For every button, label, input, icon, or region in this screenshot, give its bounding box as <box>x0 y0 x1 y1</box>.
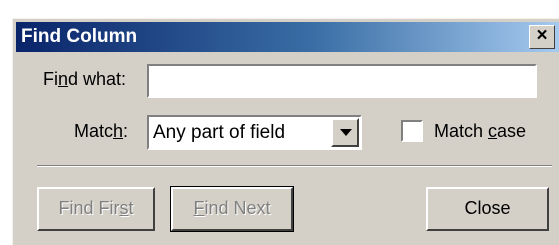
find-next-label-post: ind Next <box>204 198 271 218</box>
dropdown-arrow-icon <box>340 129 352 136</box>
find-what-label: Find what: <box>43 67 126 91</box>
match-label-post: : <box>123 121 129 141</box>
find-column-dialog: Find Column × Find what: Match: Any part… <box>12 18 559 245</box>
match-label-mnemonic: h <box>113 121 124 141</box>
match-case-label-pre: Match <box>434 121 489 141</box>
match-label-pre: Matc <box>74 121 114 141</box>
find-what-label-post: d what: <box>68 69 127 89</box>
find-next-button[interactable]: Find Next <box>170 186 294 232</box>
find-what-field-frame <box>147 64 537 98</box>
window-title: Find Column <box>21 26 138 47</box>
dropdown-arrow-button[interactable] <box>331 118 359 147</box>
find-first-button[interactable]: Find First <box>37 187 155 231</box>
find-next-label-mnemonic: F <box>193 198 205 218</box>
find-what-label-pre: Fi <box>43 69 58 89</box>
separator-line <box>37 165 552 167</box>
close-button[interactable]: Close <box>426 187 549 231</box>
title-bar[interactable]: Find Column × <box>16 22 559 52</box>
find-what-input[interactable] <box>149 66 535 96</box>
find-first-label-pre: Find Fir <box>58 198 120 218</box>
match-selected-value: Any part of field <box>153 122 286 143</box>
match-case-label-post: ase <box>497 121 527 141</box>
match-case-checkbox[interactable] <box>401 120 423 142</box>
match-case-label[interactable]: Match case <box>434 119 526 143</box>
find-first-label-post: t <box>128 198 134 218</box>
match-case-label-mnemonic: c <box>488 121 498 141</box>
match-dropdown[interactable]: Any part of field <box>147 115 362 150</box>
find-first-label-mnemonic: s <box>119 198 129 218</box>
match-label: Match: <box>74 119 128 143</box>
find-what-label-mnemonic: n <box>58 69 69 89</box>
close-icon[interactable]: × <box>529 25 555 49</box>
